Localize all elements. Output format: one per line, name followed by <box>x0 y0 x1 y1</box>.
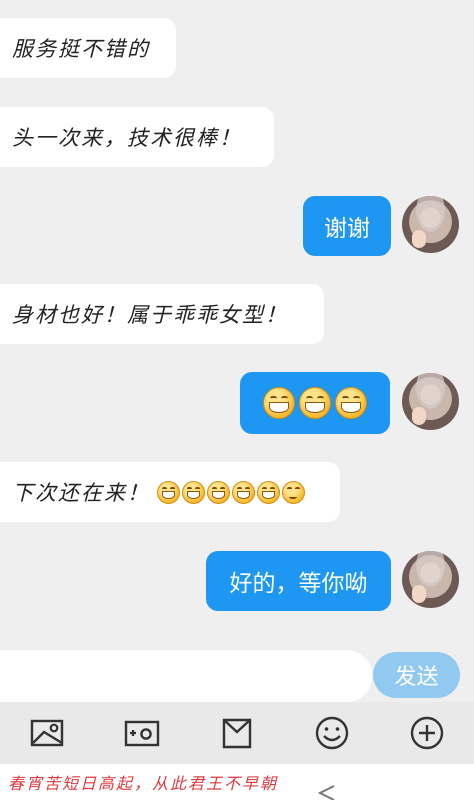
grinning-face-emoji <box>263 387 295 419</box>
avatar[interactable] <box>402 373 459 430</box>
message-text: 下次还在来！ <box>12 481 150 505</box>
message-text: 服务挺不错的 <box>12 37 150 61</box>
incoming-message: 头一次来，技术很棒！ <box>0 107 274 167</box>
camera-icon[interactable] <box>122 713 162 753</box>
message-text: 头一次来，技术很棒！ <box>12 126 242 150</box>
footer-caption: 春宵苦短日高起，从此君王不早朝 <box>8 774 279 793</box>
image-icon[interactable] <box>27 713 67 753</box>
back-icon[interactable] <box>316 784 338 800</box>
add-icon[interactable] <box>407 713 447 753</box>
message-input[interactable] <box>0 650 372 702</box>
avatar[interactable] <box>402 551 459 608</box>
toolbar <box>0 702 474 764</box>
send-button[interactable]: 发送 <box>373 652 460 698</box>
outgoing-message <box>240 372 390 434</box>
grinning-face-emoji <box>207 480 230 504</box>
avatar[interactable] <box>402 196 459 253</box>
emoji-icon[interactable] <box>312 713 352 753</box>
outgoing-message: 好的，等你呦 <box>206 551 391 611</box>
grinning-face-emoji <box>299 387 331 419</box>
input-bar: 发送 <box>0 648 474 702</box>
chat-area: 服务挺不错的 头一次来，技术很棒！ 谢谢 身材也好！属于乖乖女型！ 下次还在来！… <box>0 0 474 648</box>
smirk-face-emoji <box>282 480 305 504</box>
message-text: 好的，等你呦 <box>229 571 368 597</box>
incoming-message: 身材也好！属于乖乖女型！ <box>0 284 324 344</box>
incoming-message: 服务挺不错的 <box>0 18 176 78</box>
outgoing-message: 谢谢 <box>303 196 391 256</box>
message-text: 身材也好！属于乖乖女型！ <box>12 303 288 327</box>
footer: 春宵苦短日高起，从此君王不早朝 <box>0 764 474 800</box>
grinning-face-emoji <box>335 387 367 419</box>
grinning-face-emoji <box>232 480 255 504</box>
grinning-face-emoji <box>257 480 280 504</box>
message-text: 谢谢 <box>324 216 370 242</box>
grinning-face-emoji <box>182 480 205 504</box>
grinning-face-emoji <box>157 480 180 504</box>
video-icon[interactable] <box>217 713 257 753</box>
incoming-message: 下次还在来！ <box>0 462 340 522</box>
